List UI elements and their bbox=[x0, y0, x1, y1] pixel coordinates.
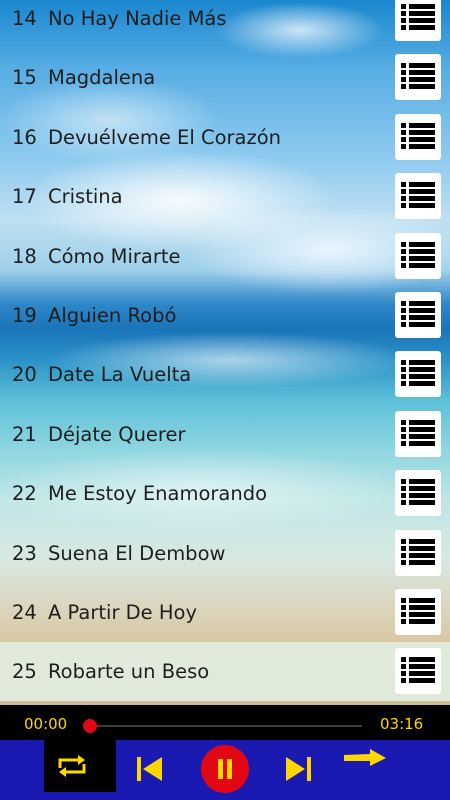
song-menu-button[interactable] bbox=[395, 648, 441, 695]
menu-list-icon bbox=[401, 122, 435, 149]
song-menu-button[interactable] bbox=[395, 589, 441, 635]
song-row[interactable]: 18 Cómo Mirarte bbox=[0, 227, 450, 286]
repeat-button[interactable] bbox=[44, 740, 116, 792]
song-menu-button[interactable] bbox=[395, 113, 441, 160]
song-title: Alguien Robó bbox=[48, 304, 177, 327]
song-number: 25 bbox=[12, 660, 37, 684]
seek-thumb[interactable] bbox=[83, 719, 97, 733]
seek-bar[interactable] bbox=[90, 725, 362, 727]
song-title: Cómo Mirarte bbox=[48, 244, 181, 268]
song-menu-button[interactable] bbox=[395, 529, 441, 576]
menu-list-icon bbox=[401, 598, 435, 624]
repeat-icon bbox=[58, 755, 86, 777]
song-title: Magdalena bbox=[48, 66, 156, 90]
song-menu-button[interactable] bbox=[395, 410, 441, 457]
song-menu-button[interactable] bbox=[395, 54, 441, 101]
menu-list-icon bbox=[401, 4, 435, 30]
previous-button[interactable] bbox=[134, 752, 166, 786]
song-menu-button[interactable] bbox=[395, 232, 441, 279]
skip-previous-icon bbox=[137, 757, 162, 781]
menu-list-icon bbox=[401, 657, 435, 684]
song-menu-button[interactable] bbox=[395, 292, 441, 338]
song-number: 16 bbox=[12, 125, 37, 149]
song-row[interactable]: 22 Me Estoy Enamorando bbox=[0, 464, 450, 523]
song-title: Suena El Dembow bbox=[48, 541, 226, 565]
menu-list-icon bbox=[401, 419, 435, 446]
song-menu-button[interactable] bbox=[395, 0, 441, 41]
menu-list-icon bbox=[401, 479, 435, 506]
skip-next-icon bbox=[286, 757, 311, 781]
song-row[interactable]: 17 Cristina bbox=[0, 167, 450, 226]
song-menu-button[interactable] bbox=[395, 173, 441, 220]
song-row[interactable]: 23 Suena El Dembow bbox=[0, 524, 450, 583]
next-button[interactable] bbox=[282, 752, 314, 786]
song-title: No Hay Nadie Más bbox=[48, 7, 227, 30]
song-row[interactable]: 19 Alguien Robó bbox=[0, 286, 450, 345]
forward-button[interactable] bbox=[342, 746, 388, 772]
song-number: 19 bbox=[12, 304, 37, 327]
song-number: 23 bbox=[12, 541, 37, 565]
song-title: A Partir De Hoy bbox=[48, 601, 198, 624]
menu-list-icon bbox=[401, 182, 435, 209]
song-number: 18 bbox=[12, 244, 37, 268]
menu-list-icon bbox=[401, 241, 435, 268]
song-row[interactable]: 25 Robarte un Beso bbox=[0, 642, 450, 702]
song-row[interactable]: 16 Devuélveme El Corazón bbox=[0, 108, 450, 167]
song-menu-button[interactable] bbox=[395, 351, 441, 398]
pause-icon bbox=[201, 745, 249, 793]
total-duration: 03:16 bbox=[380, 715, 424, 733]
menu-list-icon bbox=[401, 360, 435, 387]
song-row[interactable]: 24 A Partir De Hoy bbox=[0, 583, 450, 642]
elapsed-time: 00:00 bbox=[24, 715, 68, 733]
song-number: 22 bbox=[12, 482, 37, 506]
song-row[interactable]: 15 Magdalena bbox=[0, 48, 450, 107]
song-row[interactable]: 14 No Hay Nadie Más bbox=[0, 0, 450, 48]
song-number: 24 bbox=[12, 601, 37, 624]
song-number: 14 bbox=[12, 7, 37, 30]
menu-list-icon bbox=[401, 63, 435, 90]
arrow-right-icon bbox=[344, 749, 386, 766]
song-title: Robarte un Beso bbox=[48, 660, 210, 684]
song-title: Me Estoy Enamorando bbox=[48, 482, 268, 506]
song-number: 15 bbox=[12, 66, 37, 90]
song-title: Déjate Querer bbox=[48, 422, 186, 446]
song-title: Devuélveme El Corazón bbox=[48, 125, 282, 149]
song-number: 21 bbox=[12, 422, 37, 446]
menu-list-icon bbox=[401, 301, 435, 327]
song-number: 17 bbox=[12, 185, 37, 209]
song-number: 20 bbox=[12, 363, 37, 387]
song-title: Date La Vuelta bbox=[48, 363, 192, 387]
song-menu-button[interactable] bbox=[395, 470, 441, 517]
menu-list-icon bbox=[401, 538, 435, 565]
pause-button[interactable] bbox=[201, 745, 249, 793]
song-row[interactable]: 20 Date La Vuelta bbox=[0, 345, 450, 404]
song-title: Cristina bbox=[48, 185, 123, 209]
song-row[interactable]: 21 Déjate Querer bbox=[0, 405, 450, 464]
